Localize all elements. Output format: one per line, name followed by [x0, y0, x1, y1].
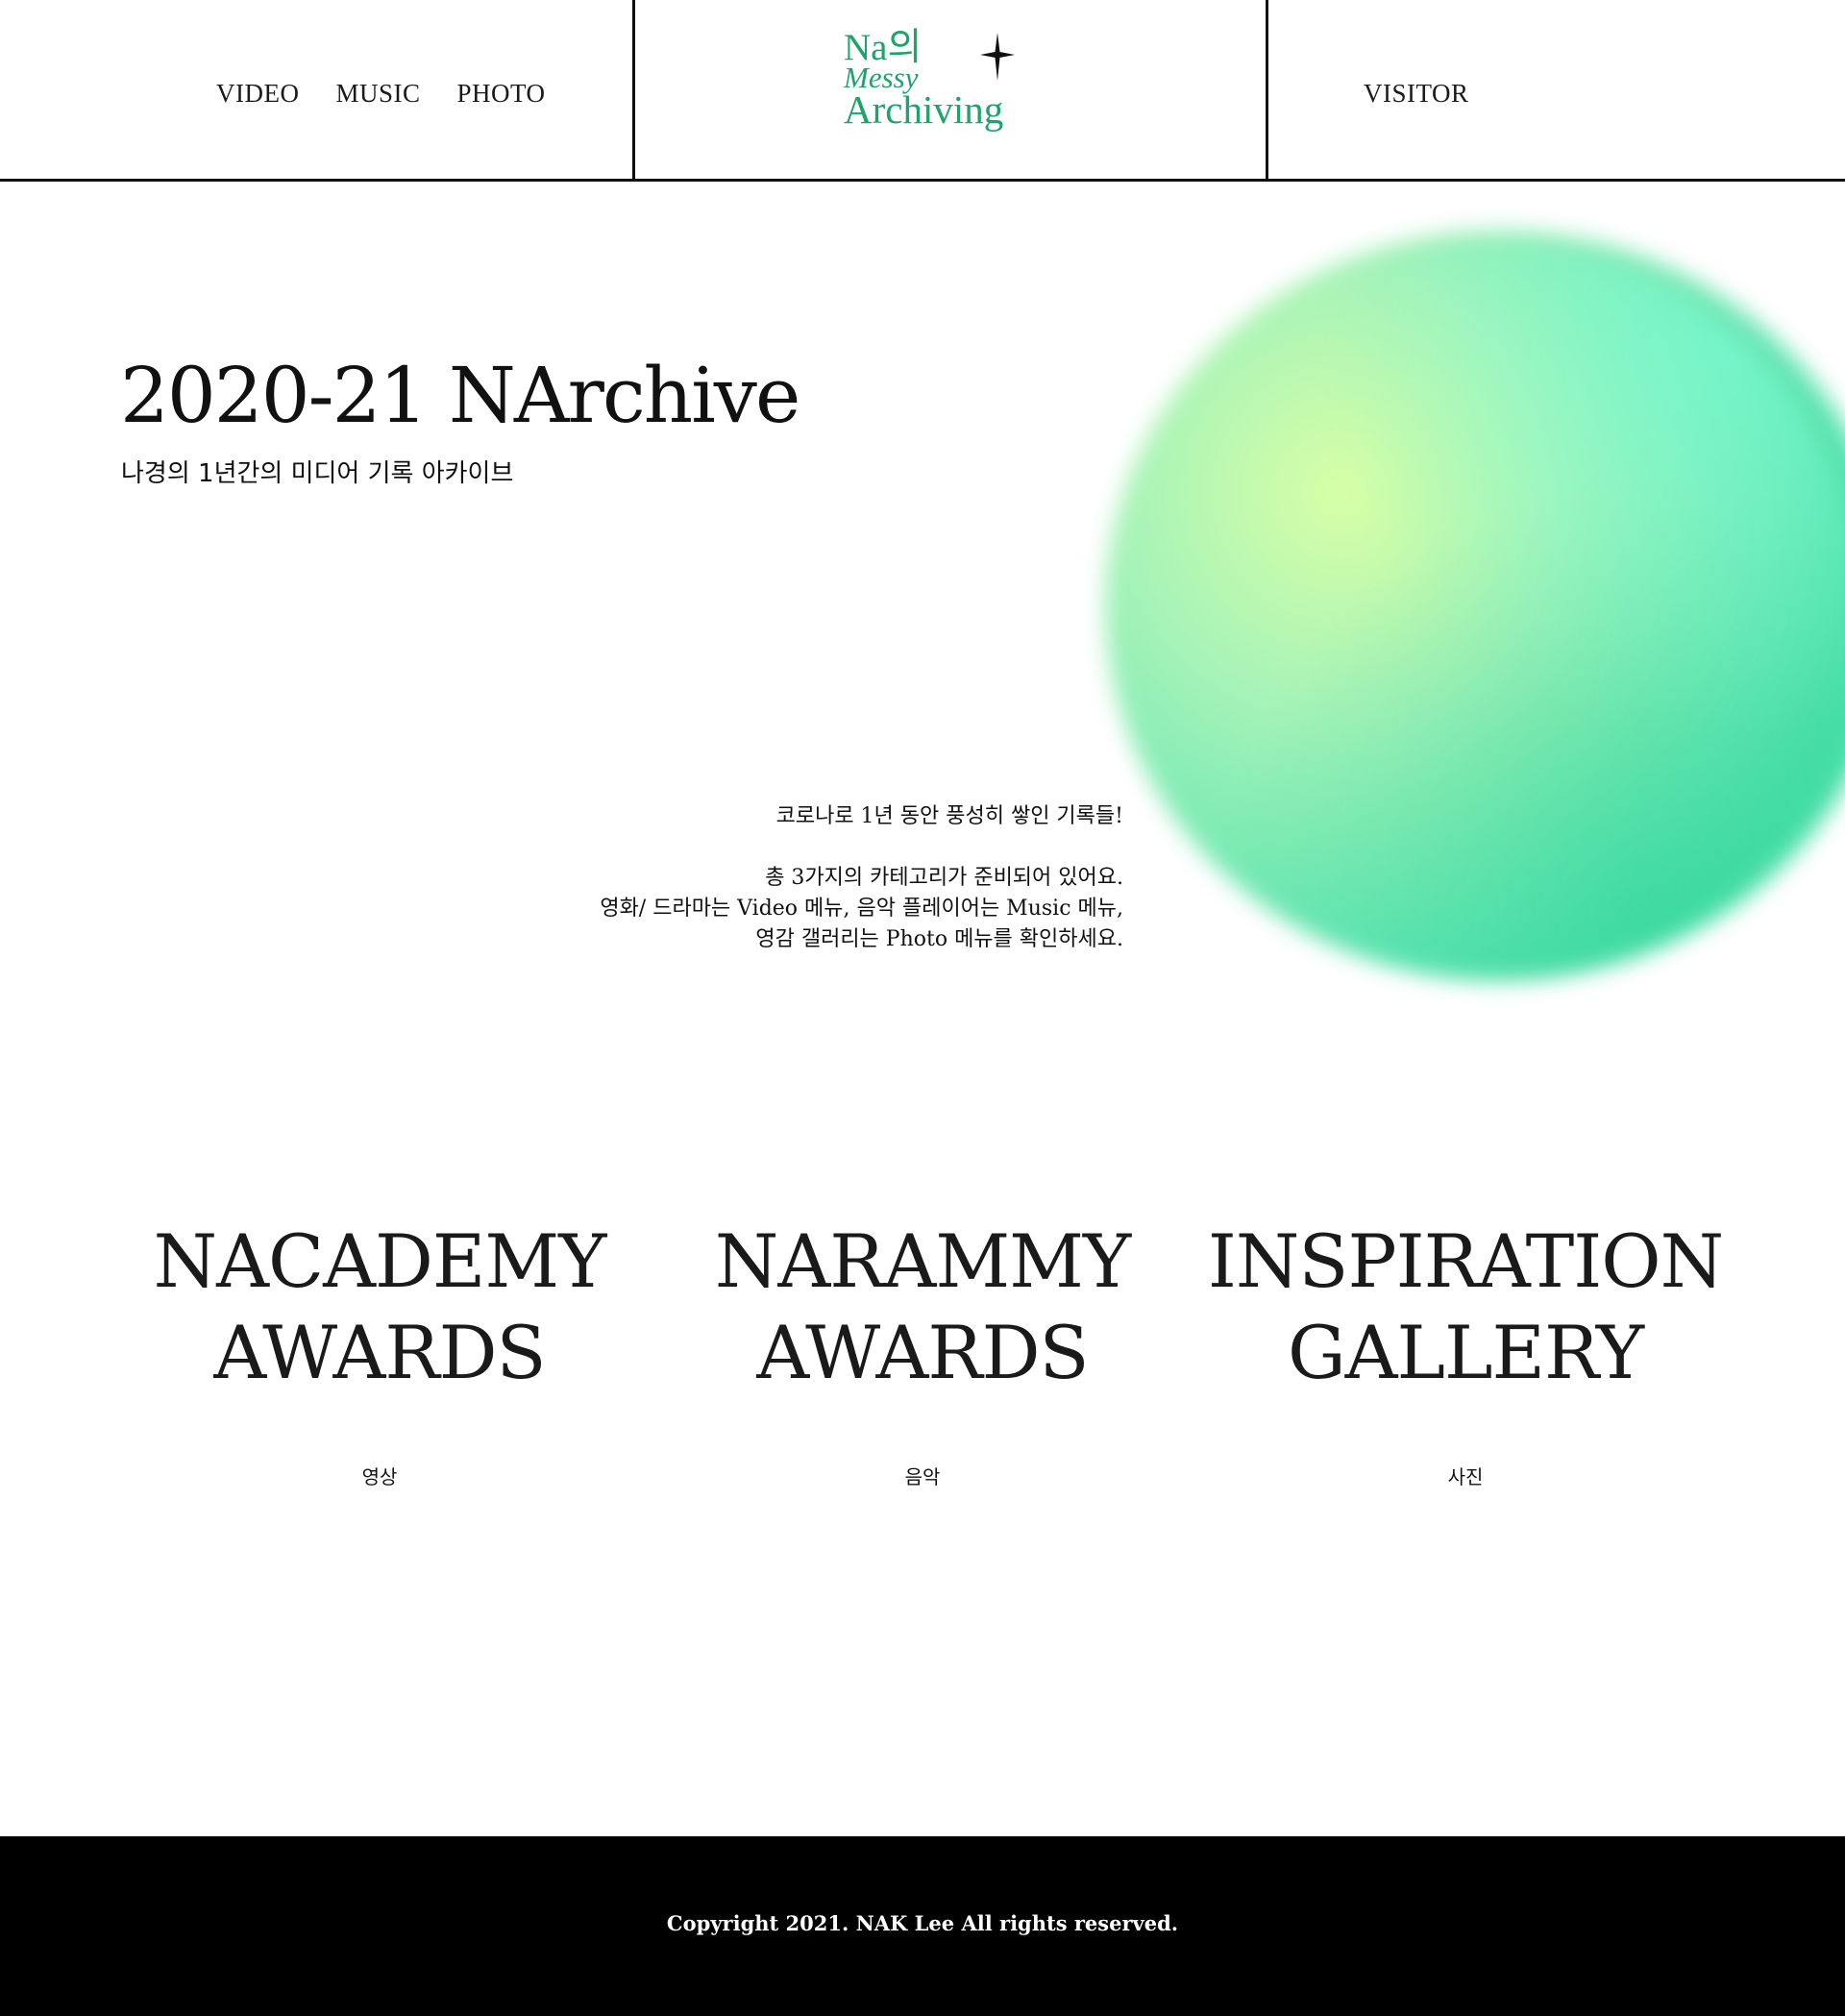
nav-link-music[interactable]: MUSIC	[335, 79, 420, 109]
nav-link-video[interactable]: VIDEO	[216, 79, 299, 109]
intro-spacer	[600, 832, 1123, 863]
site-logo[interactable]: Na의 Messy Archiving	[844, 29, 1026, 135]
sparkle-star-icon	[980, 33, 1015, 81]
category-video[interactable]: NACADEMY AWARDS 영상	[111, 1216, 649, 1489]
copyright-text: Copyright 2021. NAK Lee All rights reser…	[666, 1911, 1179, 1935]
category-title-line-1: NACADEMY	[153, 1218, 607, 1304]
hero-title: 2020-21 NArchive	[120, 351, 800, 440]
header-divider-right	[1266, 0, 1268, 179]
category-title-line-1: NARAMMY	[714, 1218, 1131, 1304]
site-header: VIDEO MUSIC PHOTO Na의 Messy Archiving VI…	[0, 0, 1845, 182]
category-title-line-2: AWARDS	[756, 1310, 1089, 1395]
hero-subtitle: 나경의 1년간의 미디어 기록 아카이브	[121, 459, 514, 488]
category-label: 사진	[1447, 1465, 1484, 1488]
nav-link-photo[interactable]: PHOTO	[457, 79, 546, 109]
category-photo[interactable]: INSPIRATION GALLERY 사진	[1196, 1216, 1734, 1489]
category-title-line-1: INSPIRATION	[1207, 1218, 1724, 1304]
intro-line-4: 영감 갤러리는 Photo 메뉴를 확인하세요.	[755, 927, 1123, 951]
gradient-orb-highlight	[1129, 245, 1845, 975]
category-title: NARAMMY AWARDS	[653, 1216, 1192, 1398]
category-label: 음악	[904, 1465, 941, 1488]
intro-line-2: 총 3가지의 카테고리가 준비되어 있어요.	[765, 866, 1123, 890]
header-divider-left	[632, 0, 635, 179]
intro-text: 코로나로 1년 동안 풍성히 쌓인 기록들! 총 3가지의 카테고리가 준비되어…	[600, 801, 1123, 955]
category-title-line-2: AWARDS	[213, 1310, 546, 1395]
category-title: INSPIRATION GALLERY	[1196, 1216, 1734, 1398]
site-footer: Copyright 2021. NAK Lee All rights reser…	[0, 1836, 1845, 2016]
nav-link-visitor[interactable]: VISITOR	[1364, 79, 1469, 108]
logo-line-3: Archiving	[844, 87, 1004, 132]
intro-line-1: 코로나로 1년 동안 풍성히 쌓인 기록들!	[775, 804, 1123, 828]
main-nav: VIDEO MUSIC PHOTO	[216, 79, 546, 109]
category-label: 영상	[361, 1465, 398, 1488]
category-title-line-2: GALLERY	[1287, 1310, 1644, 1395]
category-music[interactable]: NARAMMY AWARDS 음악	[653, 1216, 1192, 1489]
intro-line-3: 영화/ 드라마는 Video 메뉴, 음악 플레이어는 Music 메뉴,	[600, 897, 1123, 921]
secondary-nav: VISITOR	[1364, 79, 1469, 109]
category-title: NACADEMY AWARDS	[111, 1216, 649, 1398]
